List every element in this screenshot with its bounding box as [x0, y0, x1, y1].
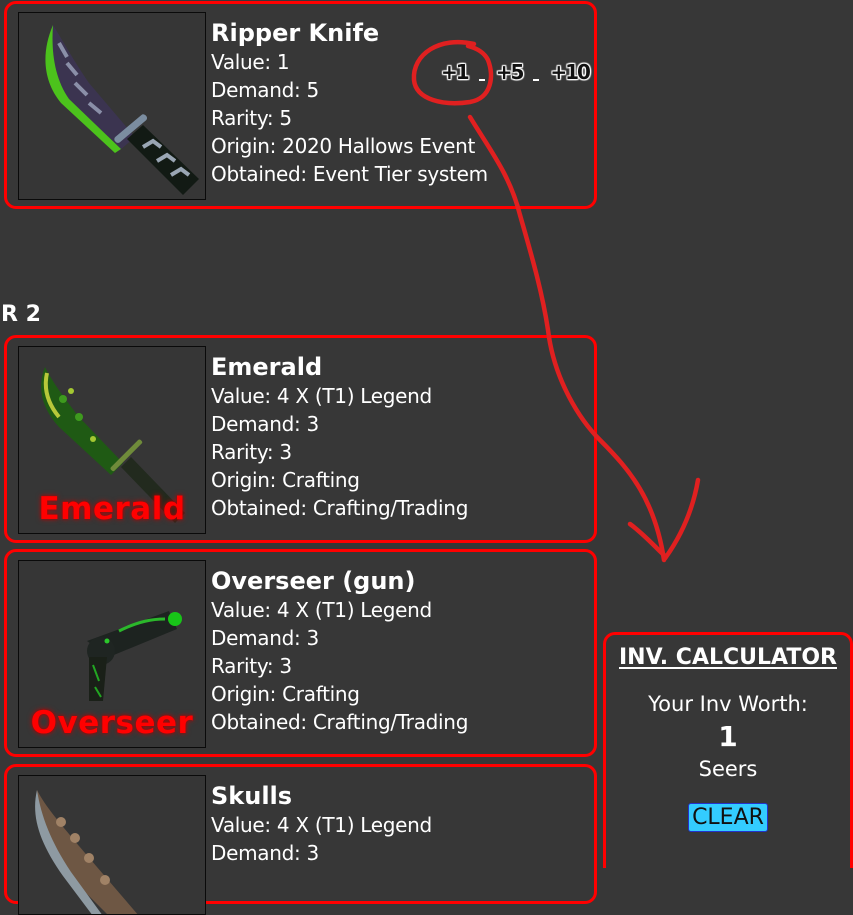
item-rarity: Rarity: 3: [211, 440, 292, 464]
item-value: Value: 4 X (T1) Legend: [211, 384, 432, 408]
item-demand: Demand: 3: [211, 841, 319, 865]
add-5-button[interactable]: +5: [496, 60, 525, 84]
item-info: Overseer (gun) Value: 4 X (T1) Legend De…: [211, 566, 468, 736]
item-image-label: Overseer: [30, 705, 194, 741]
item-value: Value: 4 X (T1) Legend: [211, 813, 432, 837]
clear-button[interactable]: CLEAR: [688, 803, 768, 832]
item-image-ripper-knife: [18, 12, 206, 200]
item-image-overseer: Overseer: [18, 560, 206, 748]
calculator-title: INV. CALCULATOR: [619, 645, 837, 670]
separator: [478, 79, 485, 81]
item-image-emerald: Emerald: [18, 346, 206, 534]
add-10-button[interactable]: +10: [550, 60, 591, 84]
inv-worth-value: 1: [718, 720, 738, 753]
inventory-calculator-panel: INV. CALCULATOR Your Inv Worth: 1 Seers …: [603, 632, 853, 868]
item-card-ripper-knife: Ripper Knife Value: 1 Demand: 5 Rarity: …: [4, 1, 597, 209]
inv-worth-unit: Seers: [698, 757, 758, 781]
item-image-skulls: [18, 775, 206, 915]
add-quantity-buttons: +1 +5 +10: [441, 60, 591, 84]
item-obtained: Obtained: Crafting/Trading: [211, 710, 469, 734]
inv-worth-label: Your Inv Worth:: [648, 692, 808, 716]
item-card-emerald: Emerald Emerald Value: 4 X (T1) Legend D…: [4, 335, 597, 543]
item-rarity: Rarity: 5: [211, 106, 292, 130]
item-obtained: Obtained: Event Tier system: [211, 162, 488, 186]
section-label: R 2: [1, 302, 41, 327]
item-value: Value: 4 X (T1) Legend: [211, 598, 432, 622]
item-rarity: Rarity: 3: [211, 654, 292, 678]
item-info: Skulls Value: 4 X (T1) Legend Demand: 3: [211, 781, 432, 867]
item-name: Overseer (gun): [211, 567, 416, 595]
item-origin: Origin: Crafting: [211, 682, 360, 706]
ripper-knife-icon: [45, 25, 199, 195]
item-info: Emerald Value: 4 X (T1) Legend Demand: 3…: [211, 352, 468, 522]
item-obtained: Obtained: Crafting/Trading: [211, 496, 469, 520]
add-1-button[interactable]: +1: [441, 60, 470, 84]
annotation-arrowhead: [627, 477, 701, 561]
item-demand: Demand: 3: [211, 626, 319, 650]
separator: [533, 79, 540, 81]
item-origin: Origin: 2020 Hallows Event: [211, 134, 476, 158]
item-origin: Origin: Crafting: [211, 468, 360, 492]
item-demand: Demand: 3: [211, 412, 319, 436]
item-card-skulls: Skulls Value: 4 X (T1) Legend Demand: 3: [4, 764, 597, 915]
item-name: Skulls: [211, 782, 293, 810]
skulls-knife-icon: [35, 790, 138, 914]
item-name: Ripper Knife: [211, 19, 380, 47]
item-card-overseer: Overseer Overseer (gun) Value: 4 X (T1) …: [4, 549, 597, 757]
item-info: Ripper Knife Value: 1 Demand: 5 Rarity: …: [211, 18, 488, 188]
item-image-label: Emerald: [38, 491, 186, 527]
item-name: Emerald: [211, 353, 323, 381]
